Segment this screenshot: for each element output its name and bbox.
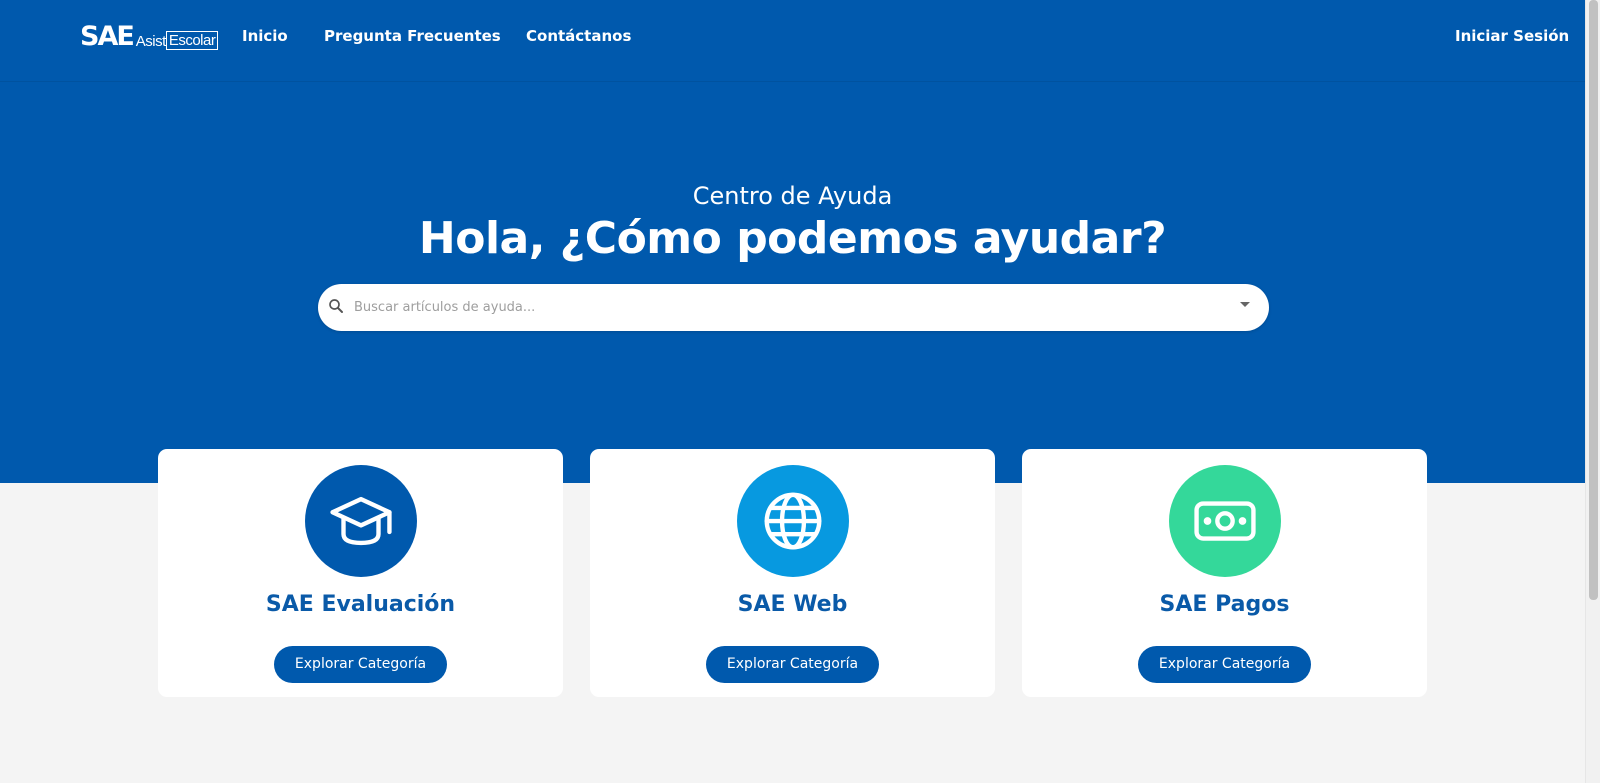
page: SAE Asist Escolar Inicio Pregunta Frecue… [0, 0, 1585, 783]
card-title: SAE Web [737, 592, 848, 617]
card-icon-circle [737, 465, 849, 577]
category-card-pagos: SAE Pagos Explorar Categoría [1022, 449, 1427, 697]
category-card-web: SAE Web Explorar Categoría [590, 449, 995, 697]
logo-asist-text: Asist [135, 33, 167, 50]
hero-title: Hola, ¿Cómo podemos ayudar? [418, 213, 1167, 264]
card-icon-circle [1169, 465, 1281, 577]
hero-subtitle: Centro de Ayuda [692, 182, 893, 210]
login-link[interactable]: Iniciar Sesión [1455, 26, 1569, 46]
explore-category-button[interactable]: Explorar Categoría [1138, 646, 1311, 683]
search-bar[interactable] [318, 284, 1269, 331]
scrollbar-thumb[interactable] [1589, 0, 1598, 600]
card-icon-circle [305, 465, 417, 577]
nav-link-faq[interactable]: Pregunta Frecuentes [324, 26, 501, 46]
nav-link-inicio[interactable]: Inicio [242, 26, 288, 46]
category-card-evaluacion: SAE Evaluación Explorar Categoría [158, 449, 563, 697]
logo-sae-text: SAE [80, 21, 135, 52]
logo-escolar-text: Escolar [165, 31, 219, 50]
explore-category-button[interactable]: Explorar Categoría [274, 646, 447, 683]
logo[interactable]: SAE Asist Escolar [80, 21, 219, 52]
hero-banner: SAE Asist Escolar Inicio Pregunta Frecue… [0, 0, 1585, 483]
card-title: SAE Pagos [1159, 592, 1290, 617]
globe-icon [764, 492, 822, 550]
nav-link-contact[interactable]: Contáctanos [526, 26, 631, 46]
caret-down-icon[interactable] [1240, 302, 1250, 307]
scrollbar[interactable] [1585, 0, 1600, 783]
top-navbar: SAE Asist Escolar Inicio Pregunta Frecue… [0, 0, 1585, 82]
money-icon [1194, 501, 1256, 541]
card-title: SAE Evaluación [265, 592, 456, 617]
search-icon [329, 299, 343, 313]
graduation-cap-icon [330, 496, 392, 546]
explore-category-button[interactable]: Explorar Categoría [706, 646, 879, 683]
search-input[interactable] [354, 292, 1214, 323]
